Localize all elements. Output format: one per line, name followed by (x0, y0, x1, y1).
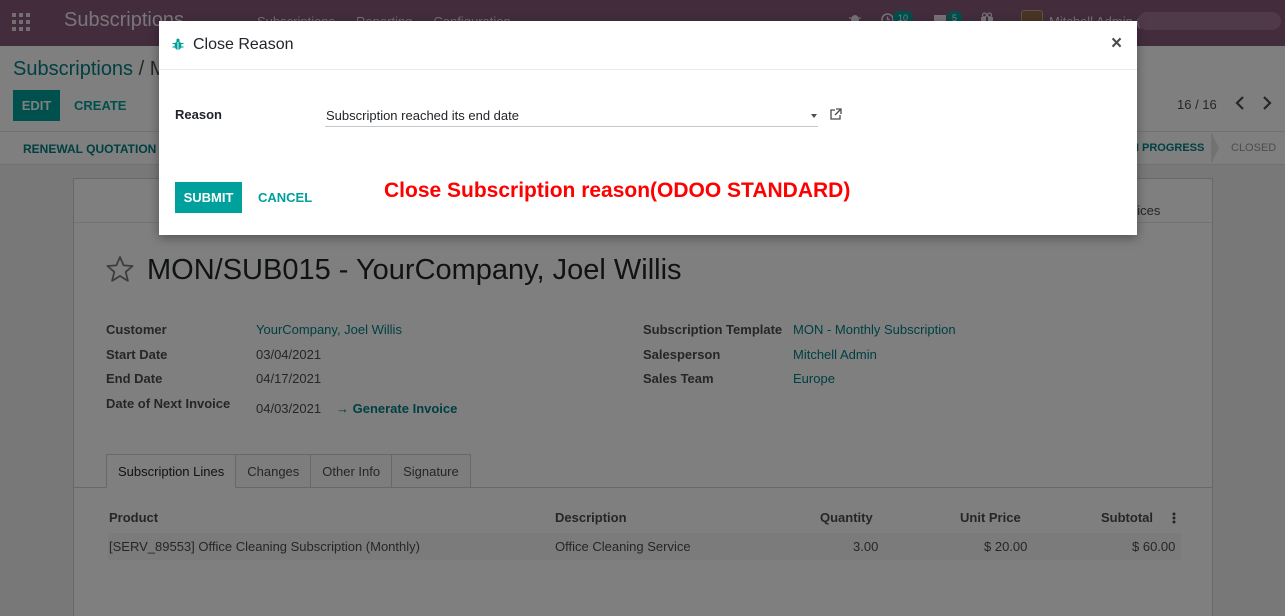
cancel-button[interactable]: CANCEL (253, 182, 318, 213)
external-link-icon[interactable] (829, 108, 842, 124)
submit-button[interactable]: SUBMIT (175, 182, 242, 213)
debug-bug-icon[interactable] (172, 38, 184, 54)
annotation-caption: Close Subscription reason(ODOO STANDARD) (384, 179, 851, 202)
modal-header: Close Reason × (159, 21, 1137, 70)
chevron-down-icon[interactable] (811, 114, 817, 118)
close-reason-dialog: Close Reason × Reason SUBMIT CANCEL Clos… (159, 21, 1137, 235)
reason-select[interactable] (325, 104, 818, 127)
modal-title: Close Reason (193, 36, 294, 53)
close-icon[interactable]: × (1111, 33, 1122, 55)
reason-label: Reason (175, 107, 222, 122)
reason-input[interactable] (326, 106, 796, 124)
